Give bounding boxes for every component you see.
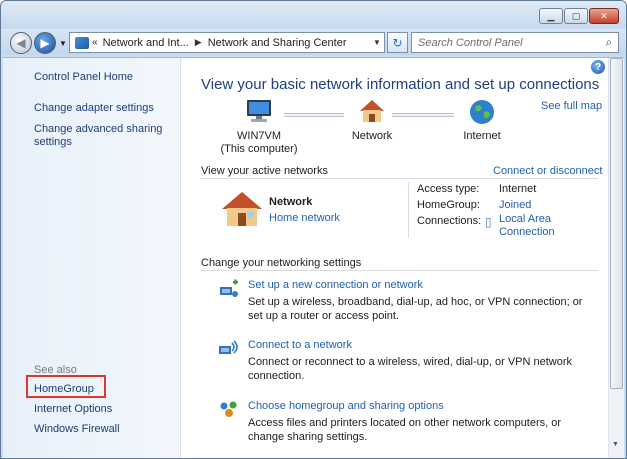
access-type-label: Access type: (417, 183, 480, 195)
computer-subtitle: (This computer) (220, 143, 298, 155)
network-node (352, 98, 392, 128)
connections-label: Connections: (417, 215, 482, 227)
ethernet-connection-icon: ▯ (485, 215, 492, 229)
vertical-scrollbar[interactable]: ▼ (608, 58, 624, 458)
computer-name: WIN7VM (237, 130, 281, 142)
active-network-name: Network (269, 196, 313, 208)
homegroup-sharing-desc: Access files and printers located on oth… (248, 417, 562, 443)
new-connection-icon (220, 279, 238, 297)
search-icon[interactable]: ⌕ (600, 35, 618, 50)
navigation-bar: ◀ ▶ ▼ « Network and Int... ▶ Network and… (1, 29, 626, 55)
content-area: Control Panel Home Change adapter settin… (3, 57, 624, 458)
scroll-down-arrow-icon[interactable]: ▼ (612, 441, 619, 448)
change-adapter-settings-link[interactable]: Change adapter settings (34, 102, 154, 115)
local-area-connection-line1: Local Area (499, 213, 551, 225)
change-advanced-sharing-link[interactable]: Change advanced sharing settings (34, 123, 162, 149)
connect-disconnect-link[interactable]: Connect or disconnect (493, 165, 602, 177)
window: ▁ ▢ ✕ ◀ ▶ ▼ « Network and Int... ▶ Netwo… (0, 0, 627, 459)
change-settings-heading: Change your networking settings (201, 257, 362, 269)
recent-pages-dropdown[interactable]: ▼ (59, 39, 67, 48)
active-network-divider (408, 182, 409, 238)
connect-network-icon (219, 340, 238, 354)
refresh-button[interactable]: ↻ (387, 32, 408, 53)
close-icon: ✕ (600, 10, 608, 21)
computer-icon (247, 100, 271, 122)
forward-button[interactable]: ▶ (34, 32, 56, 54)
breadcrumb-network-and-internet[interactable]: Network and Int... (103, 37, 189, 49)
search-placeholder: Search Control Panel (418, 36, 523, 49)
refresh-icon: ↻ (392, 35, 403, 50)
local-area-connection-line2: Connection (499, 226, 555, 238)
title-bar: ▁ ▢ ✕ (1, 1, 626, 29)
divider-active (201, 178, 598, 179)
breadcrumb-overflow[interactable]: « (92, 37, 98, 48)
connect-to-network-link[interactable]: Connect to a network (248, 339, 352, 351)
homegroup-link[interactable]: HomeGroup (34, 383, 94, 396)
house-icon (360, 100, 384, 122)
control-panel-home-link[interactable]: Control Panel Home (34, 71, 133, 84)
network-label: Network (351, 130, 393, 142)
back-button[interactable]: ◀ (10, 32, 32, 54)
internet-node (462, 98, 502, 130)
internet-label: Internet (463, 130, 501, 142)
minimize-button[interactable]: ▁ (539, 8, 563, 24)
left-pane: Control Panel Home Change adapter settin… (3, 58, 181, 458)
windows-firewall-link[interactable]: Windows Firewall (34, 423, 120, 436)
back-arrow-icon: ◀ (16, 36, 26, 50)
computer-label: WIN7VM (This computer) (212, 130, 306, 156)
homegroup-sharing-icon (220, 401, 237, 417)
close-button[interactable]: ✕ (589, 8, 619, 24)
connect-to-network-desc: Connect or reconnect to a wireless, wire… (248, 356, 573, 382)
globe-icon (470, 100, 494, 124)
scrollbar-thumb[interactable] (610, 58, 623, 389)
home-network-link[interactable]: Home network (269, 212, 340, 224)
main-pane: View your basic network information and … (182, 58, 608, 458)
internet-options-link[interactable]: Internet Options (34, 403, 112, 416)
access-type-value: Internet (499, 183, 537, 195)
house-icon (222, 192, 262, 226)
page-title: View your basic network information and … (201, 76, 600, 93)
minimize-icon: ▁ (547, 10, 555, 21)
homegroup-label: HomeGroup: (417, 199, 480, 211)
maximize-icon: ▢ (571, 10, 581, 21)
forward-arrow-icon: ▶ (40, 36, 50, 50)
active-networks-heading: View your active networks (201, 165, 328, 177)
breadcrumb-network-sharing-center[interactable]: Network and Sharing Center (208, 37, 347, 49)
connection-line-network-internet (392, 113, 454, 117)
homegroup-joined-link[interactable]: Joined (499, 197, 531, 213)
search-input[interactable]: Search Control Panel ⌕ (411, 32, 619, 53)
setup-connection-desc: Set up a wireless, broadband, dial-up, a… (248, 296, 583, 322)
homegroup-sharing-link[interactable]: Choose homegroup and sharing options (248, 400, 444, 412)
divider-settings (201, 270, 598, 271)
maximize-button[interactable]: ▢ (564, 8, 588, 24)
see-full-map-link[interactable]: See full map (541, 100, 602, 112)
setup-connection-link[interactable]: Set up a new connection or network (248, 279, 423, 291)
change-advanced-sharing-line2: settings (34, 136, 72, 148)
address-dropdown[interactable]: ▼ (370, 38, 384, 47)
control-panel-icon (75, 36, 89, 49)
local-area-connection-link[interactable]: Local Area Connection (499, 213, 555, 239)
connection-line-computer-network (284, 113, 344, 117)
breadcrumb-separator[interactable]: ▶ (195, 37, 202, 48)
change-advanced-sharing-line1: Change advanced sharing (34, 123, 163, 135)
help-icon[interactable]: ? (591, 60, 605, 74)
address-bar[interactable]: « Network and Int... ▶ Network and Shari… (69, 32, 385, 53)
